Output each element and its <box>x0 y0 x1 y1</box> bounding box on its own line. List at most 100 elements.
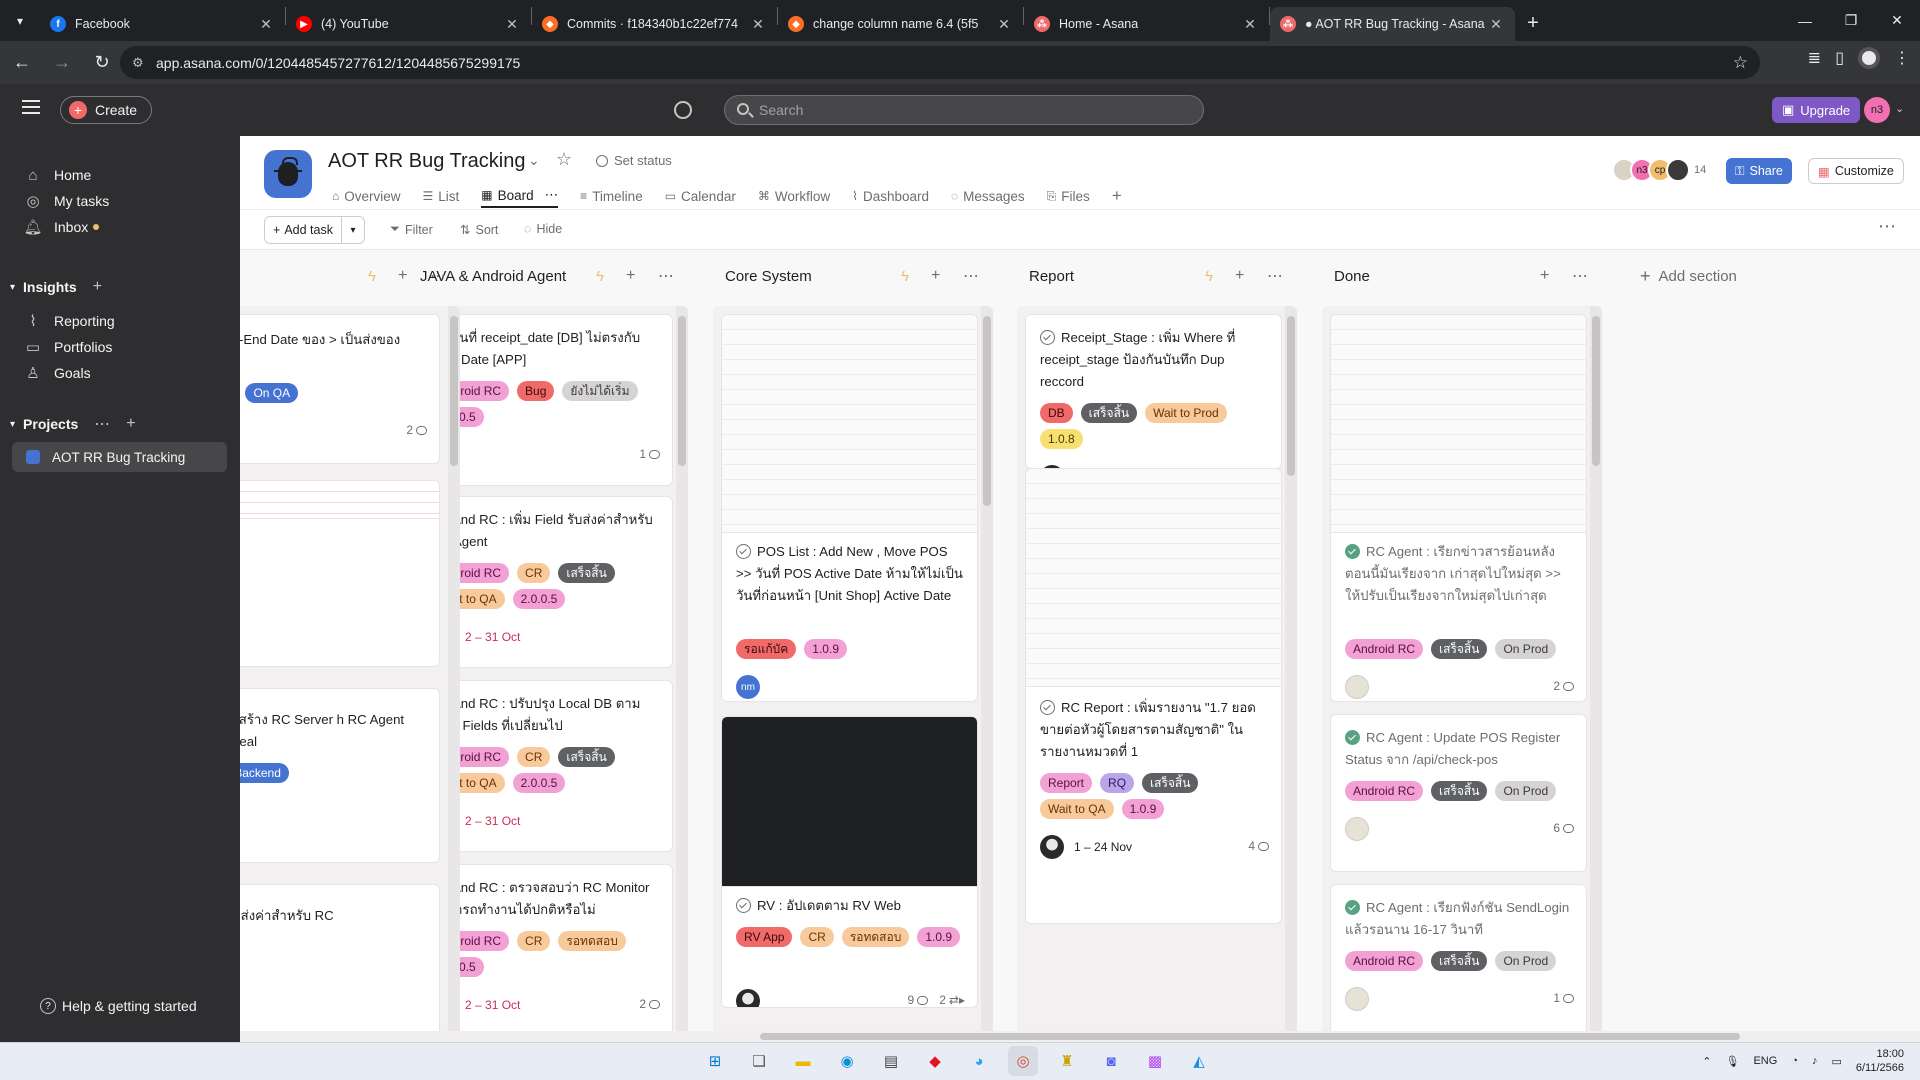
sidebar-item-inbox[interactable]: 🔔︎ Inbox <box>23 218 100 236</box>
task-title[interactable]: POS List : Add New , Move POS >> วันที่ … <box>736 541 965 607</box>
assignee-avatar[interactable]: nm <box>736 675 760 699</box>
create-button[interactable]: + Create <box>60 96 153 124</box>
assignee-avatar[interactable] <box>1345 987 1369 1011</box>
close-window-button[interactable]: ✕ <box>1874 0 1920 41</box>
board-more-icon[interactable]: ⋯ <box>545 187 559 203</box>
tab-messages[interactable]: ◌ Messages <box>951 184 1025 208</box>
minimize-button[interactable]: — <box>1782 0 1828 41</box>
sidebar-item-home[interactable]: ⌂ Home <box>24 166 91 184</box>
task-title[interactable]: RV : อัปเดตตาม RV Web <box>736 895 965 917</box>
tab-workflow[interactable]: ⌘ Workflow <box>758 184 830 208</box>
tag-pill[interactable]: CR <box>517 931 551 951</box>
tag-pill[interactable]: CR <box>800 927 834 947</box>
task-card[interactable]: ield รับส่งค่าสำหรับ RC <box>240 884 440 1042</box>
column-more-icon[interactable]: ⋯ <box>963 266 979 286</box>
microphone-icon[interactable]: 🎙︎ <box>1726 1055 1740 1068</box>
media-icon[interactable]: ≣ <box>1808 48 1821 68</box>
tab-overview[interactable]: ⌂ Overview <box>332 184 401 208</box>
browser-tab[interactable]: ⁂ ● AOT RR Bug Tracking - Asana ✕ <box>1270 7 1515 41</box>
column-more-icon[interactable]: ⋯ <box>1267 266 1283 286</box>
reload-button[interactable]: ↻ <box>84 45 120 81</box>
tag-pill[interactable]: Wait to Prod <box>1145 403 1227 423</box>
close-tab-icon[interactable]: ✕ <box>995 16 1013 33</box>
tag-pill[interactable]: Report <box>1040 773 1093 793</box>
app-gold-icon[interactable]: ♜ <box>1052 1046 1082 1076</box>
hide-button[interactable]: ◌ Hide <box>524 222 562 236</box>
help-button[interactable]: ? Help & getting started <box>40 998 197 1014</box>
favorite-star-icon[interactable]: ☆ <box>556 149 572 170</box>
sidebar-item-reporting[interactable]: ⌇ Reporting <box>24 312 114 330</box>
add-insight-icon[interactable]: + <box>93 278 102 296</box>
tag-pill[interactable]: RQ <box>1100 773 1135 793</box>
site-info-icon[interactable]: ⚙ <box>132 55 144 71</box>
back-button[interactable]: ← <box>4 45 40 81</box>
tag-pill[interactable]: 1.0.9 <box>1121 799 1165 819</box>
task-card[interactable]: และเพิ่ม Field รับข้อมูล Migrate ข้อมูลเ… <box>240 480 440 667</box>
tag-pill[interactable]: CR <box>517 563 551 583</box>
tag-pill[interactable]: เสร็จสิ้น <box>558 747 615 767</box>
sidebar-item-project[interactable]: AOT RR Bug Tracking <box>12 442 227 472</box>
column-add-task-icon[interactable]: + <box>1235 267 1244 285</box>
user-avatar[interactable]: n3 <box>1864 97 1890 123</box>
browser-tab[interactable]: ▶ (4) YouTube ✕ <box>286 7 531 41</box>
tab-files[interactable]: ⎘ Files <box>1047 184 1090 208</box>
browser-tab[interactable]: ⁂ Home - Asana ✕ <box>1024 7 1269 41</box>
task-card[interactable]: RV : อัปเดตตาม RV Web RV App CR รอทดสอบ 1.0.… <box>721 716 978 1008</box>
insights-section[interactable]: ▾ Insights + <box>10 278 102 296</box>
task-view-icon[interactable]: ❏ <box>744 1046 774 1076</box>
complete-check-icon[interactable] <box>1040 700 1055 715</box>
member-avatars[interactable]: n3 cp 14 <box>1612 158 1706 182</box>
tag-pill[interactable]: RV App <box>736 927 793 947</box>
tag-pill[interactable]: รอทดสอบ <box>841 927 910 947</box>
tag-pill[interactable]: Bug <box>517 381 555 401</box>
windows-start-icon[interactable]: ⊞ <box>700 1046 730 1076</box>
browser-menu-icon[interactable]: ⋮ <box>1894 48 1910 68</box>
hamburger-menu-icon[interactable] <box>22 100 40 114</box>
task-title[interactable]: And RC : ตรวจสอบว่า RC Monitor สามารถทำง… <box>431 877 660 921</box>
column-add-task-icon[interactable]: + <box>1540 267 1549 285</box>
task-card[interactable]: RC Agent : เรียกข่าวสารย้อนหลังตอนนี้มัน… <box>1330 314 1587 702</box>
filter-button[interactable]: ⏷ Filter <box>390 222 433 237</box>
url-field[interactable]: ⚙ app.asana.com/0/1204485457277612/12044… <box>120 46 1760 79</box>
tag-pill[interactable]: DB <box>1040 403 1073 423</box>
vertical-scrollbar[interactable] <box>981 306 993 1042</box>
task-title[interactable]: RC Agent : เรียกฟังก์ชัน SendLogin แล้วร… <box>1345 897 1574 941</box>
upgrade-button[interactable]: ▣ Upgrade <box>1772 97 1861 123</box>
edge-icon[interactable]: ◉ <box>832 1046 862 1076</box>
add-task-button[interactable]: + Add task ▾ <box>264 216 365 244</box>
add-section-button[interactable]: + Add section <box>1640 262 1737 290</box>
comment-count[interactable]: 6 <box>1553 821 1560 835</box>
task-title[interactable]: ง Start-End Date ของ > เป็นส่งของ POS <box>240 329 427 373</box>
discord-icon[interactable]: ◙ <box>1096 1046 1126 1076</box>
vertical-scrollbar[interactable] <box>448 306 460 1042</box>
assignee-avatar[interactable] <box>1345 675 1369 699</box>
language-indicator[interactable]: ENG <box>1753 1055 1777 1067</box>
tag-pill[interactable]: 1.0.9 <box>917 927 961 947</box>
docker-icon[interactable]: ◭ <box>1184 1046 1214 1076</box>
column-more-icon[interactable]: ⋯ <box>1572 266 1588 286</box>
tag-pill[interactable]: 2.0.0.5 <box>512 773 566 793</box>
customize-button[interactable]: ▦ Customize <box>1808 158 1904 184</box>
task-title[interactable]: บโครงสร้าง RC Server h RC Agent แบบ Real <box>240 709 427 753</box>
tag-pill[interactable]: เสร็จสิ้น <box>1080 403 1138 423</box>
task-title[interactable]: RC Agent : เรียกข่าวสารย้อนหลังตอนนี้มัน… <box>1345 541 1574 607</box>
rules-bolt-icon[interactable]: ϟ <box>1205 268 1213 285</box>
tab-list[interactable]: ☰ List <box>423 184 460 208</box>
chevron-down-icon[interactable]: ⌄ <box>528 152 540 169</box>
bug-icon[interactable] <box>264 150 312 198</box>
comment-count[interactable]: 9 <box>908 993 915 1007</box>
column-title[interactable]: Report <box>1029 268 1074 285</box>
sort-button[interactable]: ⇅ Sort <box>460 222 498 238</box>
side-panel-icon[interactable]: ▯ <box>1835 48 1844 68</box>
close-tab-icon[interactable]: ✕ <box>1241 16 1259 33</box>
tag-pill[interactable]: Android RC <box>1345 639 1424 659</box>
wifi-icon[interactable]: ◔ <box>1791 1055 1798 1067</box>
tag-pill[interactable]: เสร็จสิ้น <box>1431 951 1488 971</box>
tab-calendar[interactable]: ▭ Calendar <box>665 184 736 208</box>
browser-tab[interactable]: ◆ Commits · f184340b1c22ef774 ✕ <box>532 7 777 41</box>
task-title[interactable]: Receipt_Stage : เพิ่ม Where ที่ receipt_… <box>1040 327 1269 393</box>
forward-button[interactable]: → <box>44 45 80 81</box>
tag-pill[interactable]: 2.0.0.5 <box>512 589 566 609</box>
complete-check-icon[interactable] <box>1345 730 1360 745</box>
sidebar-item-my-tasks[interactable]: ◎ My tasks <box>24 192 109 210</box>
